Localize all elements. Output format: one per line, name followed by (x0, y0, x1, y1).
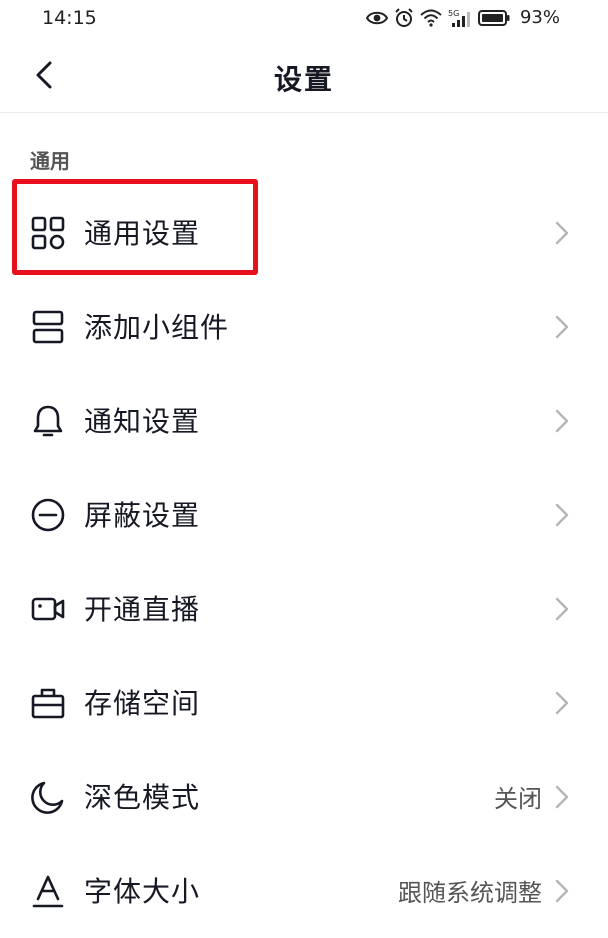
menu-item-add-widget[interactable]: 添加小组件 (0, 278, 608, 372)
alarm-icon (395, 7, 413, 27)
menu-item-storage[interactable]: 存储空间 (0, 654, 608, 748)
status-time: 14:15 (42, 7, 97, 29)
widget-icon (32, 310, 64, 344)
grid-icon (31, 216, 65, 250)
video-camera-icon (31, 597, 65, 621)
chevron-right-icon (555, 785, 569, 809)
chevron-right-icon (555, 503, 569, 527)
battery-percent: 93% (519, 7, 560, 28)
status-icons: 5G 93% (365, 7, 560, 28)
storage-icon (31, 688, 65, 719)
section-title-general: 通用 (30, 149, 70, 173)
menu-item-general-settings[interactable]: 通用设置 (0, 184, 608, 278)
moon-icon (31, 781, 64, 814)
menu-item-label: 屏蔽设置 (84, 499, 201, 532)
menu-item-notification-settings[interactable]: 通知设置 (0, 372, 608, 466)
header: 设置 (0, 38, 608, 113)
menu-item-label: 开通直播 (84, 593, 201, 626)
menu-item-label: 深色模式 (84, 781, 201, 814)
chevron-right-icon (555, 409, 569, 433)
menu-item-label: 通用设置 (84, 217, 201, 250)
font-size-icon (32, 875, 64, 908)
chevron-right-icon (555, 597, 569, 621)
block-icon (31, 498, 65, 532)
chevron-right-icon (555, 315, 569, 339)
status-bar: 14:15 5G 93% (0, 0, 608, 38)
menu-item-value: 关闭 (494, 785, 542, 813)
menu-item-label: 字体大小 (84, 875, 201, 908)
battery-icon (477, 9, 510, 26)
chevron-right-icon (555, 221, 569, 245)
menu-item-label: 存储空间 (84, 687, 201, 720)
eye-icon (365, 11, 388, 24)
menu-item-block-settings[interactable]: 屏蔽设置 (0, 466, 608, 560)
chevron-right-icon (555, 691, 569, 715)
menu-item-label: 添加小组件 (84, 311, 230, 344)
svg-text:5G: 5G (448, 9, 459, 18)
chevron-right-icon (555, 879, 569, 903)
menu-item-start-live[interactable]: 开通直播 (0, 560, 608, 654)
page-title: 设置 (273, 63, 334, 96)
signal-5g-icon: 5G (448, 9, 470, 27)
bell-icon (33, 405, 63, 437)
menu-item-label: 通知设置 (84, 405, 201, 438)
menu-item-value: 跟随系统调整 (398, 879, 542, 907)
menu-item-dark-mode[interactable]: 深色模式 关闭 (0, 748, 608, 842)
wifi-icon (420, 9, 442, 27)
menu-item-font-size[interactable]: 字体大小 跟随系统调整 (0, 842, 608, 936)
